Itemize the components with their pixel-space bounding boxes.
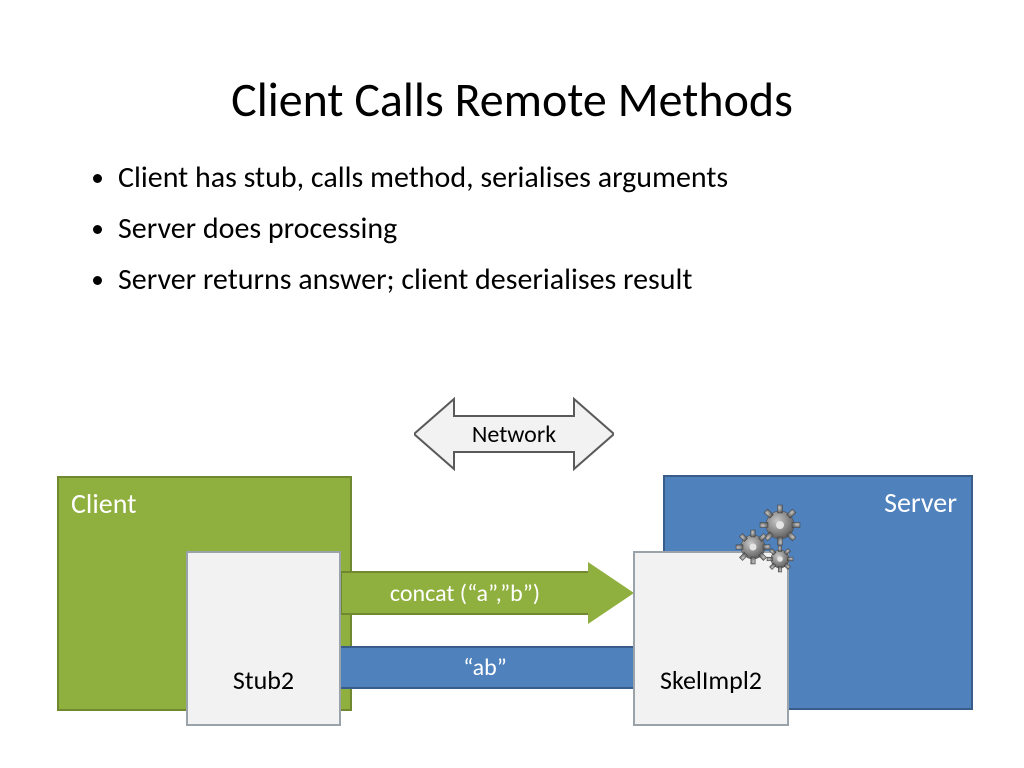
client-label: Client [71, 486, 137, 521]
return-label: “ab” [337, 646, 635, 689]
server-label: Server [884, 485, 957, 520]
gears-icon [728, 499, 808, 579]
return-arrow: “ab” [292, 637, 635, 698]
diagram: Client Server Network concat (“a”,”b”) “… [0, 0, 1024, 768]
slide: Client Calls Remote Methods Client has s… [0, 0, 1024, 768]
call-label: concat (“a”,”b”) [340, 571, 588, 615]
stub-label: Stub2 [233, 664, 294, 696]
call-arrow: concat (“a”,”b”) [340, 562, 635, 624]
network-label: Network [414, 394, 614, 474]
network-arrow: Network [414, 394, 614, 474]
stub-box: Stub2 [186, 551, 341, 726]
skel-label: SkelImpl2 [660, 664, 762, 696]
